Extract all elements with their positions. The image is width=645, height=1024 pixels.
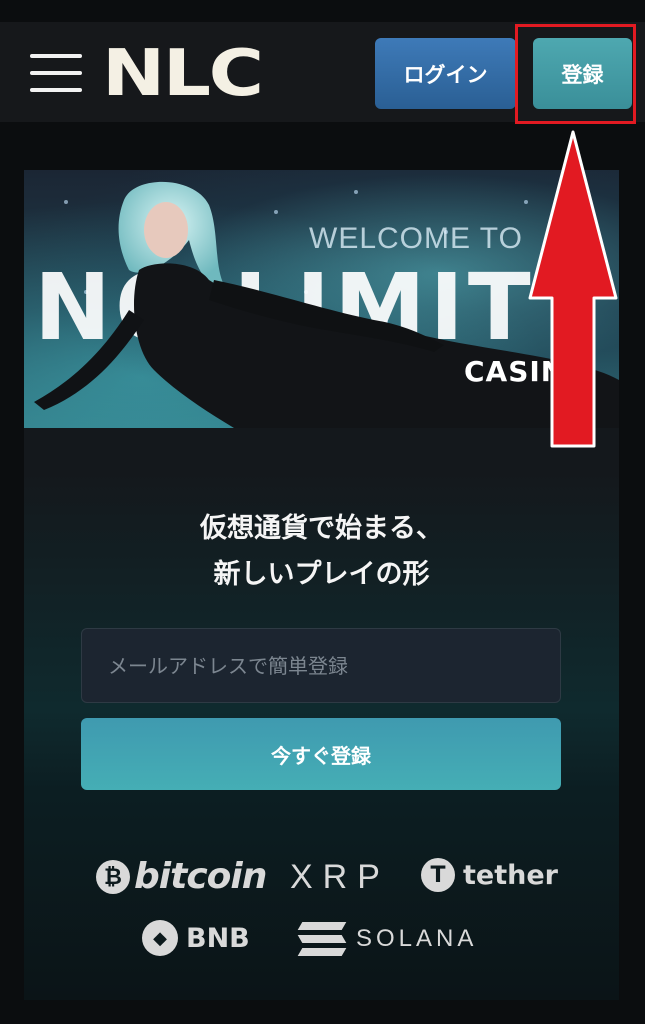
register-now-button[interactable]: 今すぐ登録 [81,718,561,790]
bnb-label: BNB [186,922,250,954]
tagline: 仮想通貨で始まる、 新しいプレイの形 [24,506,619,598]
solana-label: SOLANA [356,925,478,952]
red-arrow-up-icon [528,130,618,448]
email-field[interactable] [81,628,561,703]
xrp-label: XRP [290,858,390,896]
solana-icon [297,922,347,956]
bnb-logo: ◆ BNB [142,920,250,956]
bitcoin-icon: ₿ [96,859,130,894]
bnb-icon: ◆ [142,920,178,956]
tether-label: tether [463,859,558,891]
bitcoin-label: bitcoin [134,856,267,897]
site-logo[interactable]: NLC [102,42,264,106]
tether-logo: T tether [421,858,558,892]
hamburger-menu-icon[interactable] [30,52,82,94]
solana-logo: SOLANA [297,922,478,956]
bitcoin-logo: ₿ bitcoin [96,856,267,897]
register-highlight-box [515,24,636,124]
login-button[interactable]: ログイン [375,38,516,109]
tagline-line-2: 新しいプレイの形 [213,559,430,590]
xrp-logo: XRP [290,858,390,897]
tether-icon: T [421,858,455,892]
tagline-line-1: 仮想通貨で始まる、 [200,513,443,544]
